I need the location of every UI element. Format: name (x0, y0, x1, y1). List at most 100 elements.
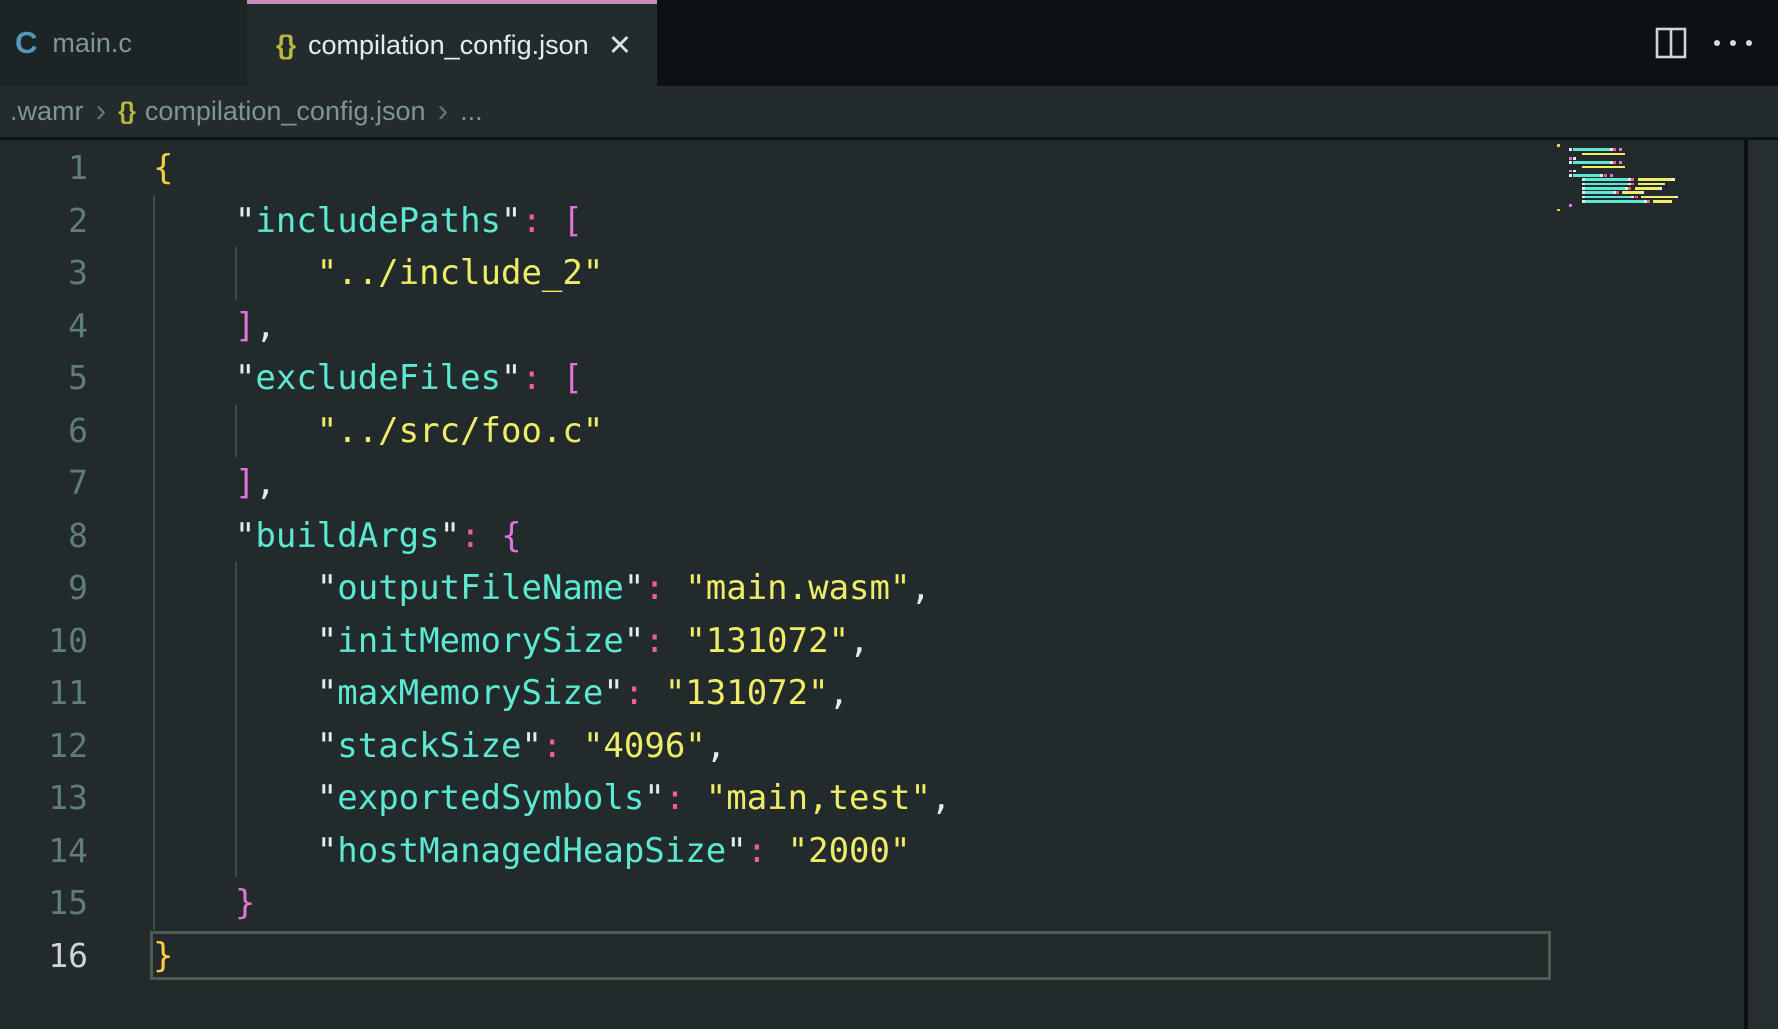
token-col: : (747, 831, 767, 871)
minimap-token (1638, 183, 1663, 186)
line-number[interactable]: 4 (0, 300, 88, 353)
minimap-token (1631, 183, 1634, 186)
minimap-token (1585, 196, 1632, 199)
code-line[interactable]: ], (153, 300, 276, 353)
minimap-token (1631, 178, 1634, 181)
tab-main-c[interactable]: C main.c (0, 0, 247, 86)
token-ws (153, 516, 235, 556)
minimap-token (1573, 161, 1610, 164)
token-b2: } (235, 883, 255, 923)
token-ws (481, 516, 501, 556)
line-number[interactable]: 3 (0, 247, 88, 300)
code-line[interactable]: } (153, 877, 255, 930)
minimap-token (1619, 161, 1622, 164)
indent-guide (235, 825, 237, 878)
minimap-token (1628, 187, 1631, 190)
editor-pane[interactable]: 12345678910111213141516 { "includePaths"… (0, 140, 1778, 1029)
vscode-window: C main.c {} compilation_config.json ✕ .w… (0, 0, 1778, 1029)
editor-actions (1654, 0, 1778, 86)
minimap-token (1622, 191, 1641, 194)
token-pun: " (501, 201, 521, 241)
indent-guide (153, 877, 155, 930)
line-number[interactable]: 5 (0, 352, 88, 405)
line-number[interactable]: 10 (0, 615, 88, 668)
indent-guide (153, 300, 155, 353)
token-pun: " (235, 358, 255, 398)
code-line[interactable]: { (153, 142, 173, 195)
minimap-token (1675, 196, 1678, 199)
minimap-token (1585, 187, 1625, 190)
chevron-right-icon: › (438, 94, 449, 130)
minimap-token (1585, 191, 1613, 194)
token-key: outputFileName (337, 568, 624, 608)
token-key: stackSize (337, 726, 521, 766)
minimap-token (1641, 191, 1644, 194)
token-b2: [ (562, 358, 582, 398)
line-number[interactable]: 7 (0, 457, 88, 510)
line-number[interactable]: 11 (0, 667, 88, 720)
indent-guide (153, 457, 155, 510)
minimap[interactable] (1557, 143, 1692, 223)
code-line[interactable]: "hostManagedHeapSize": "2000" (153, 825, 910, 878)
line-number[interactable]: 1 (0, 142, 88, 195)
minimap-line (1557, 208, 1692, 212)
minimap-token (1619, 148, 1622, 151)
close-tab-icon[interactable]: ✕ (608, 28, 632, 62)
json-braces-icon: {} (276, 30, 295, 61)
indent-guide (235, 247, 237, 300)
indent-guide (153, 667, 155, 720)
line-number[interactable]: 8 (0, 510, 88, 563)
line-number[interactable]: 15 (0, 877, 88, 930)
indent-guide (153, 352, 155, 405)
current-line-highlight (150, 931, 1551, 980)
line-number[interactable]: 6 (0, 405, 88, 458)
code-line[interactable]: "outputFileName": "main.wasm", (153, 562, 931, 615)
minimap-token (1672, 178, 1675, 181)
line-number[interactable]: 9 (0, 562, 88, 615)
code-line[interactable]: "../src/foo.c" (153, 405, 603, 458)
token-pun: , (849, 621, 869, 661)
split-editor-icon[interactable] (1654, 27, 1688, 59)
code-line[interactable]: "exportedSymbols": "main,test", (153, 772, 951, 825)
token-str: "131072" (685, 621, 849, 661)
token-str: "2000" (788, 831, 911, 871)
code-line[interactable]: ], (153, 457, 276, 510)
dot (1714, 40, 1720, 46)
tab-label-main-c: main.c (52, 28, 132, 59)
breadcrumb-item-file[interactable]: compilation_config.json (145, 96, 426, 127)
token-pun: , (706, 726, 726, 766)
token-col: : (644, 621, 664, 661)
minimap-token (1613, 161, 1616, 164)
code-line[interactable]: "maxMemorySize": "131072", (153, 667, 849, 720)
minimap-token (1582, 153, 1625, 156)
token-col: : (665, 778, 685, 818)
more-actions-icon[interactable] (1714, 40, 1752, 46)
token-pun: " (317, 673, 337, 713)
token-pun: " (317, 726, 337, 766)
code-line[interactable]: "stackSize": "4096", (153, 720, 726, 773)
token-key: includePaths (255, 201, 501, 241)
code-line[interactable]: "includePaths": [ (153, 195, 583, 248)
code-line[interactable]: "../include_2" (153, 247, 603, 300)
breadcrumb-item-symbol[interactable]: ... (460, 96, 483, 127)
indent-guide (235, 615, 237, 668)
token-ws (542, 358, 562, 398)
indent-guide (235, 405, 237, 458)
code-line[interactable]: "initMemorySize": "131072", (153, 615, 870, 668)
line-number[interactable]: 16 (0, 930, 88, 983)
code-line[interactable]: "excludeFiles": [ (153, 352, 583, 405)
line-number[interactable]: 14 (0, 825, 88, 878)
tab-bar: C main.c {} compilation_config.json ✕ (0, 0, 1778, 86)
line-number[interactable]: 12 (0, 720, 88, 773)
breadcrumb-item-wamr[interactable]: .wamr (10, 96, 84, 127)
line-number[interactable]: 13 (0, 772, 88, 825)
code-line[interactable]: "buildArgs": { (153, 510, 522, 563)
token-b1: { (153, 148, 173, 188)
minimap-token (1604, 174, 1607, 177)
line-number[interactable]: 2 (0, 195, 88, 248)
token-pun: , (255, 463, 275, 503)
scrollbar-track[interactable] (1748, 140, 1778, 1029)
tab-compilation-config-json[interactable]: {} compilation_config.json ✕ (247, 0, 657, 86)
token-ws (665, 568, 685, 608)
token-b2: { (501, 516, 521, 556)
